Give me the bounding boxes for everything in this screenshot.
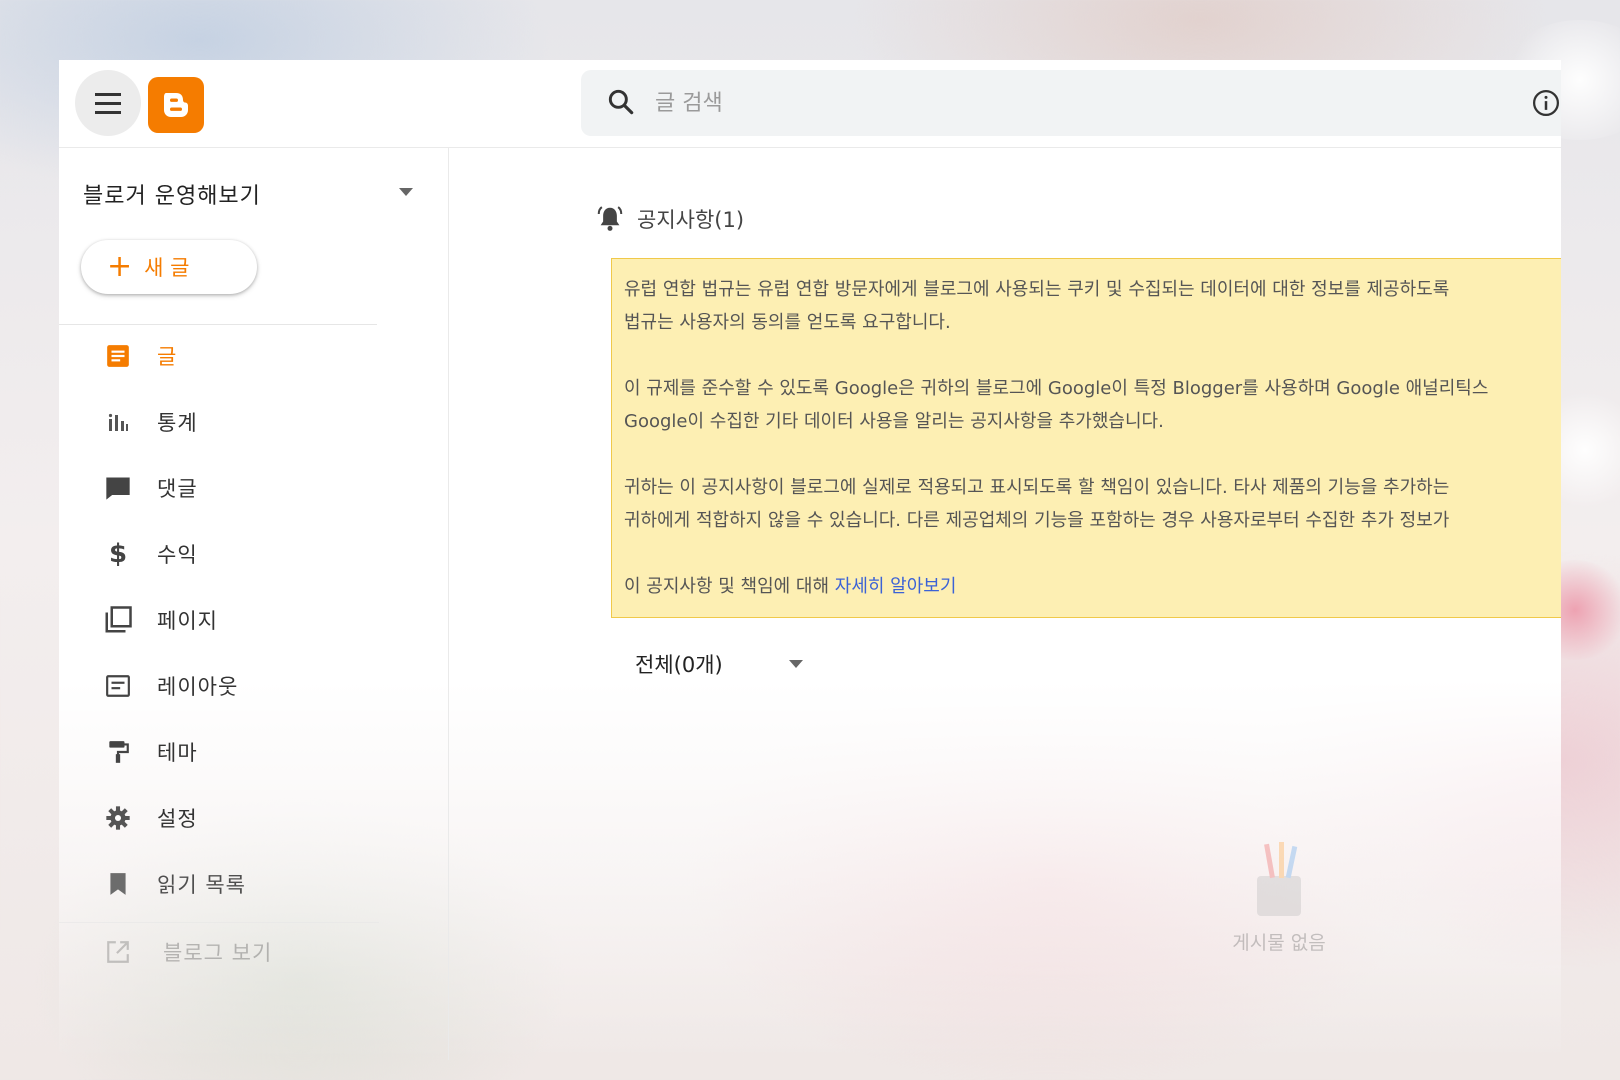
empty-state-text: 게시물 없음 (1232, 932, 1326, 954)
sidebar-item-view-blog[interactable]: 블로그 보기 (103, 932, 403, 972)
blogger-b-icon (164, 93, 188, 117)
sidebar-item-theme[interactable]: 테마 (103, 732, 403, 772)
notice-paragraph: 이 공지사항 및 책임에 대해 자세히 알아보기 (624, 570, 1561, 603)
notice-text: 귀하는 이 공지사항이 블로그에 실제로 적용되고 표시되도록 할 책임이 있습… (624, 477, 1450, 498)
learn-more-link[interactable]: 자세히 알아보기 (835, 576, 957, 597)
bookmark-icon (103, 869, 133, 899)
sidebar-item-settings[interactable]: 설정 (103, 798, 403, 838)
search-input[interactable] (655, 82, 1355, 124)
paint-roller-icon (103, 737, 133, 767)
notice-title: 공지사항(1) (637, 208, 745, 232)
new-post-button[interactable]: + 새 글 (81, 240, 257, 294)
dollar-icon: $ (108, 539, 128, 569)
comment-icon (103, 473, 133, 503)
sidebar-item-label: 페이지 (157, 609, 218, 633)
open-external-icon (103, 937, 133, 967)
notice-text: 유럽 연합 법규는 유럽 연합 방문자에게 블로그에 사용되는 쿠키 및 수집되… (624, 279, 1450, 300)
info-icon[interactable] (1531, 88, 1561, 118)
sidebar-item-earnings[interactable]: $ 수익 (103, 534, 403, 574)
empty-state: 게시물 없음 (1209, 838, 1349, 955)
sidebar-item-comments[interactable]: 댓글 (103, 468, 403, 508)
notice-text: 귀하에게 적합하지 않을 수 있습니다. 다른 제공업체의 기능을 포함하는 경… (624, 510, 1450, 531)
notice-header: 공지사항(1) (595, 204, 744, 234)
chevron-down-icon (399, 188, 413, 196)
post-filter-dropdown[interactable]: 전체(0개) (635, 644, 815, 684)
search-bar (581, 70, 1561, 136)
notice-text: 이 규제를 준수할 수 있도록 Google은 귀하의 블로그에 Google이… (624, 378, 1489, 399)
blogger-logo[interactable] (148, 77, 204, 133)
filter-label: 전체(0개) (635, 653, 723, 677)
pencil-cup-icon (1257, 842, 1301, 916)
sidebar: 블로거 운영해보기 + 새 글 글 통계 댓글 $ 수익 페이지 레이아웃 테마… (59, 148, 449, 1060)
search-icon[interactable] (605, 86, 637, 118)
sidebar-item-label: 댓글 (157, 477, 198, 501)
sidebar-item-label: 레이아웃 (157, 675, 239, 699)
sidebar-item-pages[interactable]: 페이지 (103, 600, 403, 640)
sidebar-item-stats[interactable]: 통계 (103, 402, 403, 442)
sidebar-item-label: 글 (157, 345, 178, 369)
gear-icon (103, 803, 133, 833)
notice-text: 이 공지사항 및 책임에 대해 (624, 576, 835, 597)
layout-icon (103, 671, 133, 701)
notice-text: Google이 수집한 기타 데이터 사용을 알리는 공지사항을 추가했습니다. (624, 411, 1164, 432)
main-content: 공지사항(1) 유럽 연합 법규는 유럽 연합 방문자에게 블로그에 사용되는 … (449, 148, 1561, 1060)
sidebar-item-label: 읽기 목록 (157, 873, 246, 897)
blog-name: 블로거 운영해보기 (83, 184, 261, 209)
pages-icon (103, 605, 133, 635)
sidebar-divider (59, 922, 379, 923)
eu-cookie-notice: 유럽 연합 법규는 유럽 연합 방문자에게 블로그에 사용되는 쿠키 및 수집되… (611, 258, 1561, 618)
sidebar-item-posts[interactable]: 글 (103, 336, 403, 376)
blog-selector[interactable]: 블로거 운영해보기 (83, 174, 413, 214)
top-bar (59, 60, 1561, 148)
sidebar-item-label: 수익 (157, 543, 198, 567)
hamburger-menu-button[interactable] (75, 70, 141, 136)
notice-paragraph: 유럽 연합 법규는 유럽 연합 방문자에게 블로그에 사용되는 쿠키 및 수집되… (624, 273, 1561, 339)
sidebar-item-reading-list[interactable]: 읽기 목록 (103, 864, 403, 904)
bell-ringing-icon (597, 206, 623, 231)
blogger-dashboard: 블로거 운영해보기 + 새 글 글 통계 (59, 60, 1561, 1060)
sidebar-item-label: 통계 (157, 411, 198, 435)
sidebar-divider (59, 324, 377, 325)
posts-icon (103, 341, 133, 371)
chevron-down-icon (789, 660, 803, 668)
sidebar-item-label: 설정 (157, 807, 198, 831)
sidebar-item-label: 테마 (157, 741, 198, 765)
sidebar-item-layout[interactable]: 레이아웃 (103, 666, 403, 706)
notice-paragraph: 귀하는 이 공지사항이 블로그에 실제로 적용되고 표시되도록 할 책임이 있습… (624, 471, 1561, 537)
new-post-label: 새 글 (144, 256, 190, 280)
notice-text: 법규는 사용자의 동의를 얻도록 요구합니다. (624, 312, 951, 333)
stats-icon (103, 407, 133, 437)
plus-icon: + (107, 249, 133, 284)
menu-icon (95, 90, 121, 117)
notice-paragraph: 이 규제를 준수할 수 있도록 Google은 귀하의 블로그에 Google이… (624, 372, 1561, 438)
sidebar-item-label: 블로그 보기 (163, 941, 273, 965)
